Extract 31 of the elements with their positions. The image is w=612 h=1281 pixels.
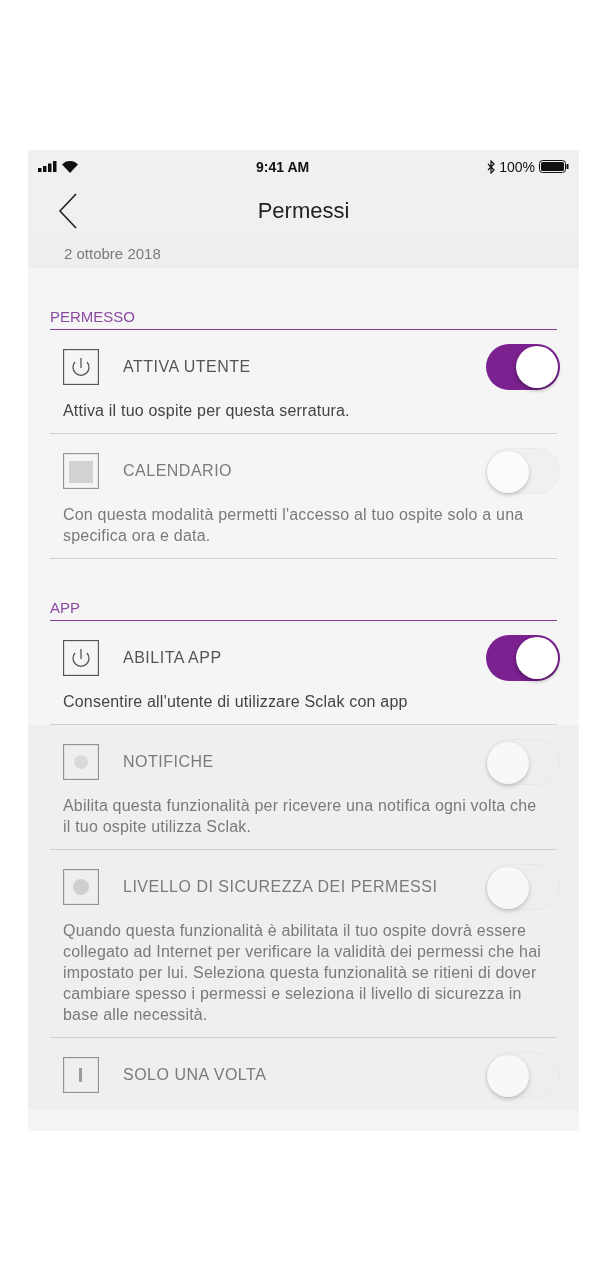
- battery-icon: [539, 160, 569, 173]
- toggle-switch[interactable]: [486, 448, 560, 494]
- section-header: PERMESSO: [50, 308, 136, 325]
- setting-title: LIVELLO DI SICUREZZA DEI PERMESSI: [123, 878, 439, 896]
- setting-description: Quando questa funzionalità è abilitata il tuo ospite dovrà essere collegato ad Internet per verificare la validità dei permessi che hai impostato per lui. Seleziona questa funzionalità se ritieni di dover cambiare spesso i permessi e seleziona il livello di sicurezza in base alle necessità.: [63, 921, 543, 1025]
- setting-title: ATTIVA UTENTE: [123, 358, 252, 376]
- date-text: 2 ottobre 2018: [64, 244, 161, 262]
- setting-title: ABILITA APP: [123, 649, 223, 667]
- wifi-icon: [62, 160, 78, 173]
- power-icon: [63, 349, 99, 385]
- back-icon[interactable]: [58, 193, 78, 229]
- section-header: APP: [50, 599, 80, 616]
- status-time: 9:41 AM: [256, 158, 310, 175]
- toggle-switch[interactable]: [486, 739, 560, 785]
- power-icon: [63, 640, 99, 676]
- toggle-switch[interactable]: [486, 344, 560, 390]
- setting-description: Abilita questa funzionalità per ricevere una notifica ogni volta che il tuo ospite utilizza Sclak.: [63, 796, 538, 837]
- toggle-switch[interactable]: [486, 864, 560, 910]
- signal-icon: [38, 161, 58, 172]
- setting-title: SOLO UNA VOLTA: [123, 1066, 268, 1084]
- setting-description: Attiva il tuo ospite per questa serratura.: [63, 401, 351, 421]
- bluetooth-icon: [487, 159, 496, 174]
- toggle-switch[interactable]: [486, 635, 560, 681]
- setting-description: Con questa modalità permetti l'accesso al tuo ospite solo a una specifica ora e data.: [63, 505, 525, 546]
- toggle-switch[interactable]: [486, 1052, 560, 1098]
- battery-percent: 100%: [499, 158, 535, 175]
- setting-description: Consentire all'utente di utilizzare Sclak con app: [63, 692, 409, 712]
- setting-title: CALENDARIO: [123, 462, 234, 480]
- one-icon: [63, 1057, 99, 1093]
- screen-title: Permessi: [257, 197, 350, 224]
- setting-title: NOTIFICHE: [123, 753, 215, 771]
